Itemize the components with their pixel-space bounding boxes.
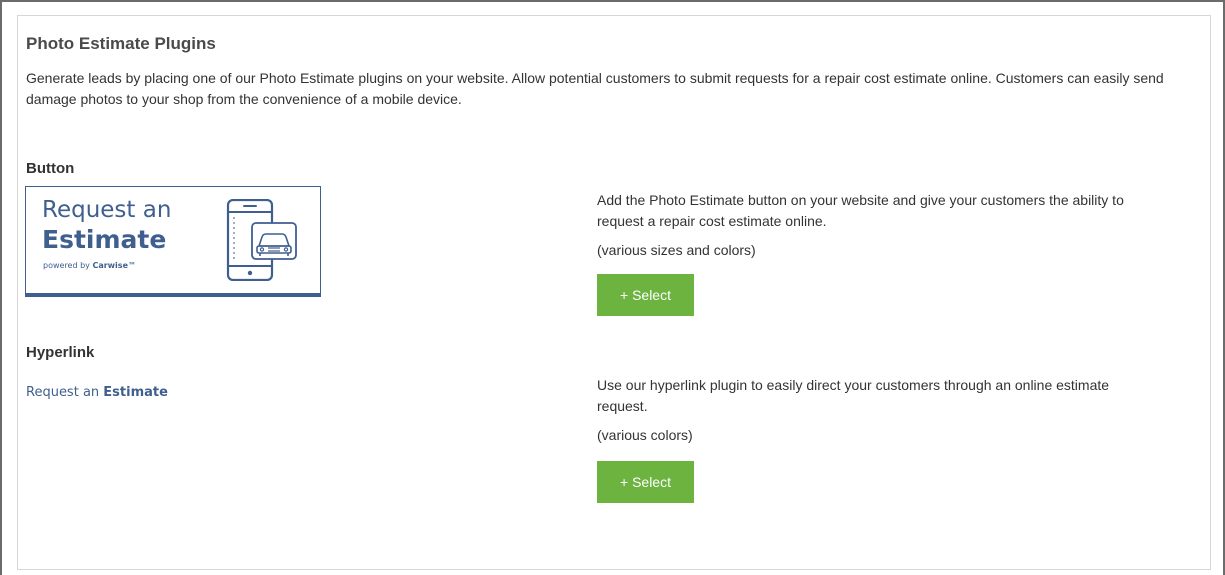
- powered-by-brand: Carwise™: [92, 261, 136, 270]
- powered-by-prefix: powered by: [43, 261, 93, 270]
- section-heading-hyperlink: Hyperlink: [26, 344, 95, 361]
- powered-by-label: powered by Carwise™: [43, 261, 136, 270]
- hyperlink-plugin-note: (various colors): [597, 427, 693, 443]
- button-plugin-note: (various sizes and colors): [597, 242, 756, 258]
- page-title: Photo Estimate Plugins: [26, 34, 216, 53]
- select-hyperlink-plugin[interactable]: + Select: [597, 461, 694, 503]
- hyperlink-plugin-description: Use our hyperlink plugin to easily direc…: [597, 377, 1110, 414]
- estimate-button-preview: Request an Estimate powered by Carwise™: [25, 186, 321, 297]
- button-plugin-description: Add the Photo Estimate button on your we…: [597, 192, 1124, 229]
- estimate-hyperlink-preview[interactable]: Request an Estimate: [26, 385, 168, 400]
- preview-line-estimate: Estimate: [42, 225, 167, 254]
- section-heading-button: Button: [26, 160, 75, 177]
- select-button-plugin[interactable]: + Select: [597, 274, 694, 316]
- phone-car-icon: [226, 199, 297, 281]
- preview-line-request: Request an: [42, 197, 172, 223]
- hyperlink-bold: Estimate: [103, 385, 168, 400]
- hyperlink-prefix: Request an: [26, 385, 104, 400]
- intro-text: Generate leads by placing one of our Pho…: [26, 70, 1164, 107]
